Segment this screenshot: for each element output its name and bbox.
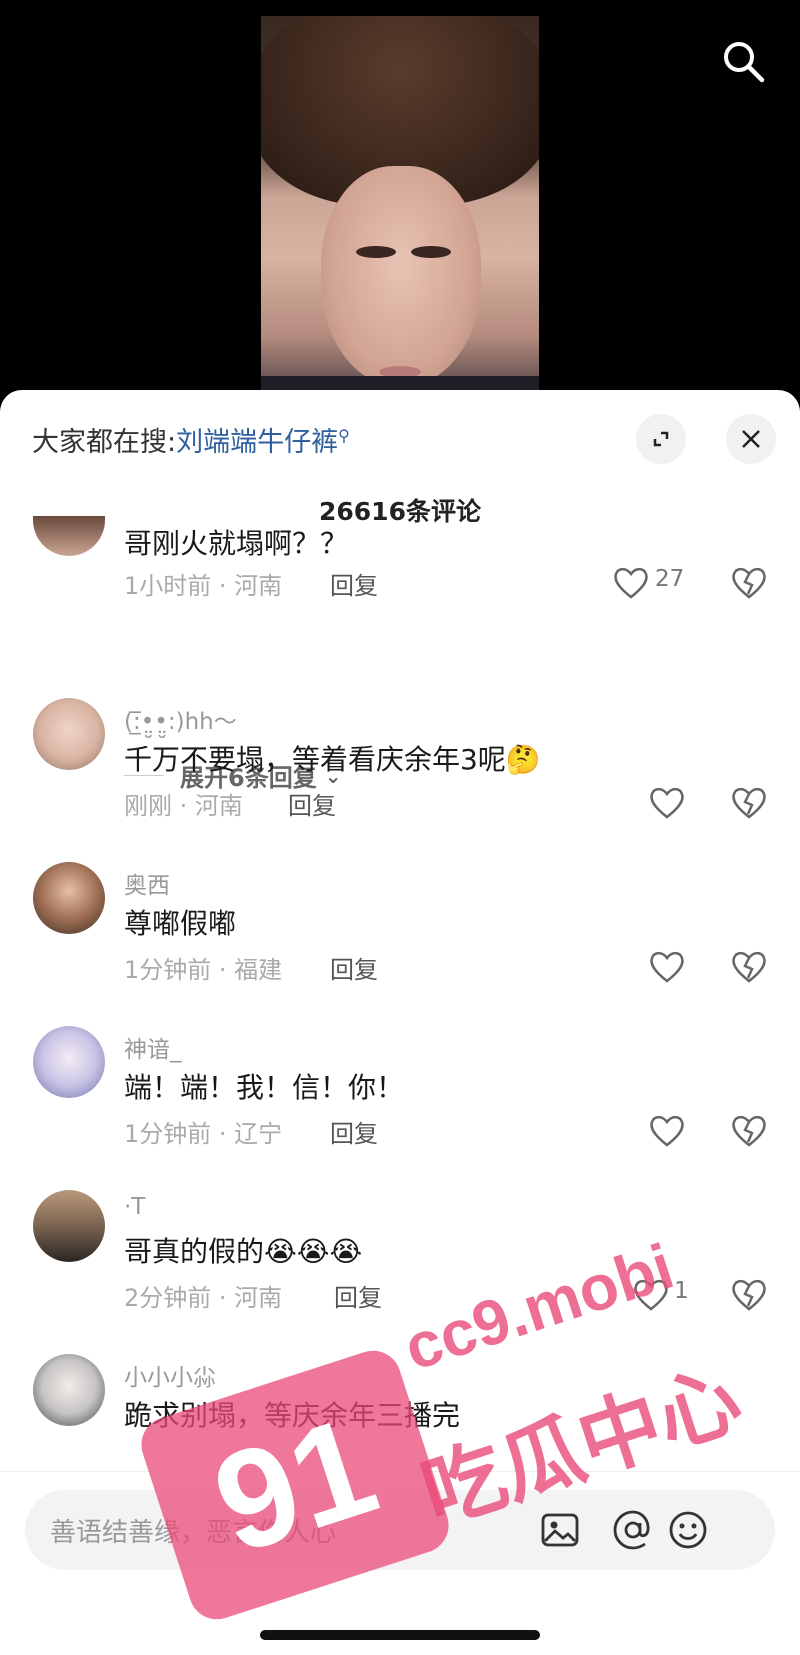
heart-icon[interactable]	[612, 564, 650, 600]
comment-text: 哥刚火就塌啊？？	[124, 527, 349, 560]
comment-text: 跪求别塌，等庆余年三播完	[124, 1399, 461, 1432]
username[interactable]: ·T	[124, 1194, 145, 1220]
comment-text: 端！端！我！信！你！	[124, 1071, 405, 1104]
avatar[interactable]	[33, 1190, 105, 1262]
heart-icon[interactable]	[648, 948, 686, 984]
input-placeholder: 善语结善缘，恶言伤人心	[50, 1518, 337, 1548]
avatar[interactable]	[33, 698, 105, 770]
comment-item: (:̲̅•̤̮•̤̮:)hh～ 千万不要塌，等着看庆余年3呢🤔 刚刚 · 河南 …	[0, 698, 800, 848]
image-icon[interactable]	[537, 1507, 583, 1553]
comment-item: 哥刚火就塌啊？？ 1小时前 · 河南 回复 27 展开6条回复 ⌄	[0, 516, 800, 792]
dislike-broken-heart-icon[interactable]	[730, 784, 768, 820]
heart-icon[interactable]	[648, 1112, 686, 1148]
hot-search-prefix: 大家都在搜:	[32, 427, 177, 458]
comment-text: 哥真的假的😭😭😭	[124, 1235, 363, 1268]
at-mention-icon[interactable]	[610, 1507, 656, 1553]
comment-item: 小小小尛 跪求别塌，等庆余年三播完	[0, 1354, 800, 1470]
username[interactable]: 神谙_	[124, 1030, 182, 1064]
comment-input-bar: 善语结善缘，恶言伤人心	[0, 1471, 800, 1655]
comment-item: ·T 哥真的假的😭😭😭 2分钟前 · 河南 回复 1	[0, 1190, 800, 1340]
comment-item: 神谙_ 端！端！我！信！你！ 1分钟前 · 辽宁 回复	[0, 1026, 800, 1176]
video-frame[interactable]	[261, 16, 539, 416]
avatar[interactable]	[33, 1354, 105, 1426]
username[interactable]: (:̲̅•̤̮•̤̮:)hh～	[124, 702, 237, 736]
avatar[interactable]	[33, 862, 105, 934]
video-player[interactable]	[0, 0, 800, 420]
home-indicator	[260, 1630, 540, 1640]
close-button[interactable]	[726, 414, 776, 464]
dislike-broken-heart-icon[interactable]	[730, 948, 768, 984]
expand-fullscreen-button[interactable]	[636, 414, 686, 464]
comment-meta: 1小时前 · 河南	[124, 572, 283, 600]
reply-button[interactable]: 回复	[330, 566, 378, 601]
avatar[interactable]	[33, 1026, 105, 1098]
search-icon[interactable]	[720, 38, 766, 84]
username[interactable]: 奥西	[124, 866, 170, 900]
search-small-icon: ⚲	[338, 426, 350, 445]
hot-search-term[interactable]: 刘端端牛仔裤	[176, 427, 338, 458]
comment-item: 奥西 尊嘟假嘟 1分钟前 · 福建 回复	[0, 862, 800, 1012]
comment-input[interactable]: 善语结善缘，恶言伤人心	[25, 1490, 775, 1570]
hot-search-bar[interactable]: 大家都在搜:刘端端牛仔裤⚲	[32, 420, 350, 459]
comment-text: 千万不要塌，等着看庆余年3呢🤔	[124, 743, 541, 776]
comment-text: 尊嘟假嘟	[124, 907, 237, 940]
reply-button[interactable]: 回复	[330, 950, 378, 985]
heart-icon[interactable]	[648, 784, 686, 820]
dislike-broken-heart-icon[interactable]	[730, 1112, 768, 1148]
close-icon	[742, 430, 760, 448]
like-count: 27	[655, 566, 685, 592]
emoji-icon[interactable]	[665, 1507, 711, 1553]
avatar[interactable]	[33, 516, 105, 556]
comment-meta: 1分钟前 · 辽宁	[124, 1120, 283, 1148]
reply-button[interactable]: 回复	[288, 786, 336, 821]
reply-button[interactable]: 回复	[330, 1114, 378, 1149]
dislike-broken-heart-icon[interactable]	[730, 564, 768, 600]
comment-meta: 1分钟前 · 福建	[124, 956, 283, 984]
heart-icon[interactable]	[632, 1276, 670, 1312]
reply-button[interactable]: 回复	[334, 1278, 382, 1313]
expand-icon	[653, 431, 669, 447]
like-count: 1	[674, 1278, 689, 1304]
comment-meta: 刚刚 · 河南	[124, 792, 243, 820]
dislike-broken-heart-icon[interactable]	[730, 1276, 768, 1312]
username[interactable]: 小小小尛	[124, 1358, 216, 1392]
comment-meta: 2分钟前 · 河南	[124, 1284, 283, 1312]
comment-panel: 大家都在搜:刘端端牛仔裤⚲ 26616条评论 哥刚火就塌啊？？ 1小时前 · 河…	[0, 390, 800, 1654]
